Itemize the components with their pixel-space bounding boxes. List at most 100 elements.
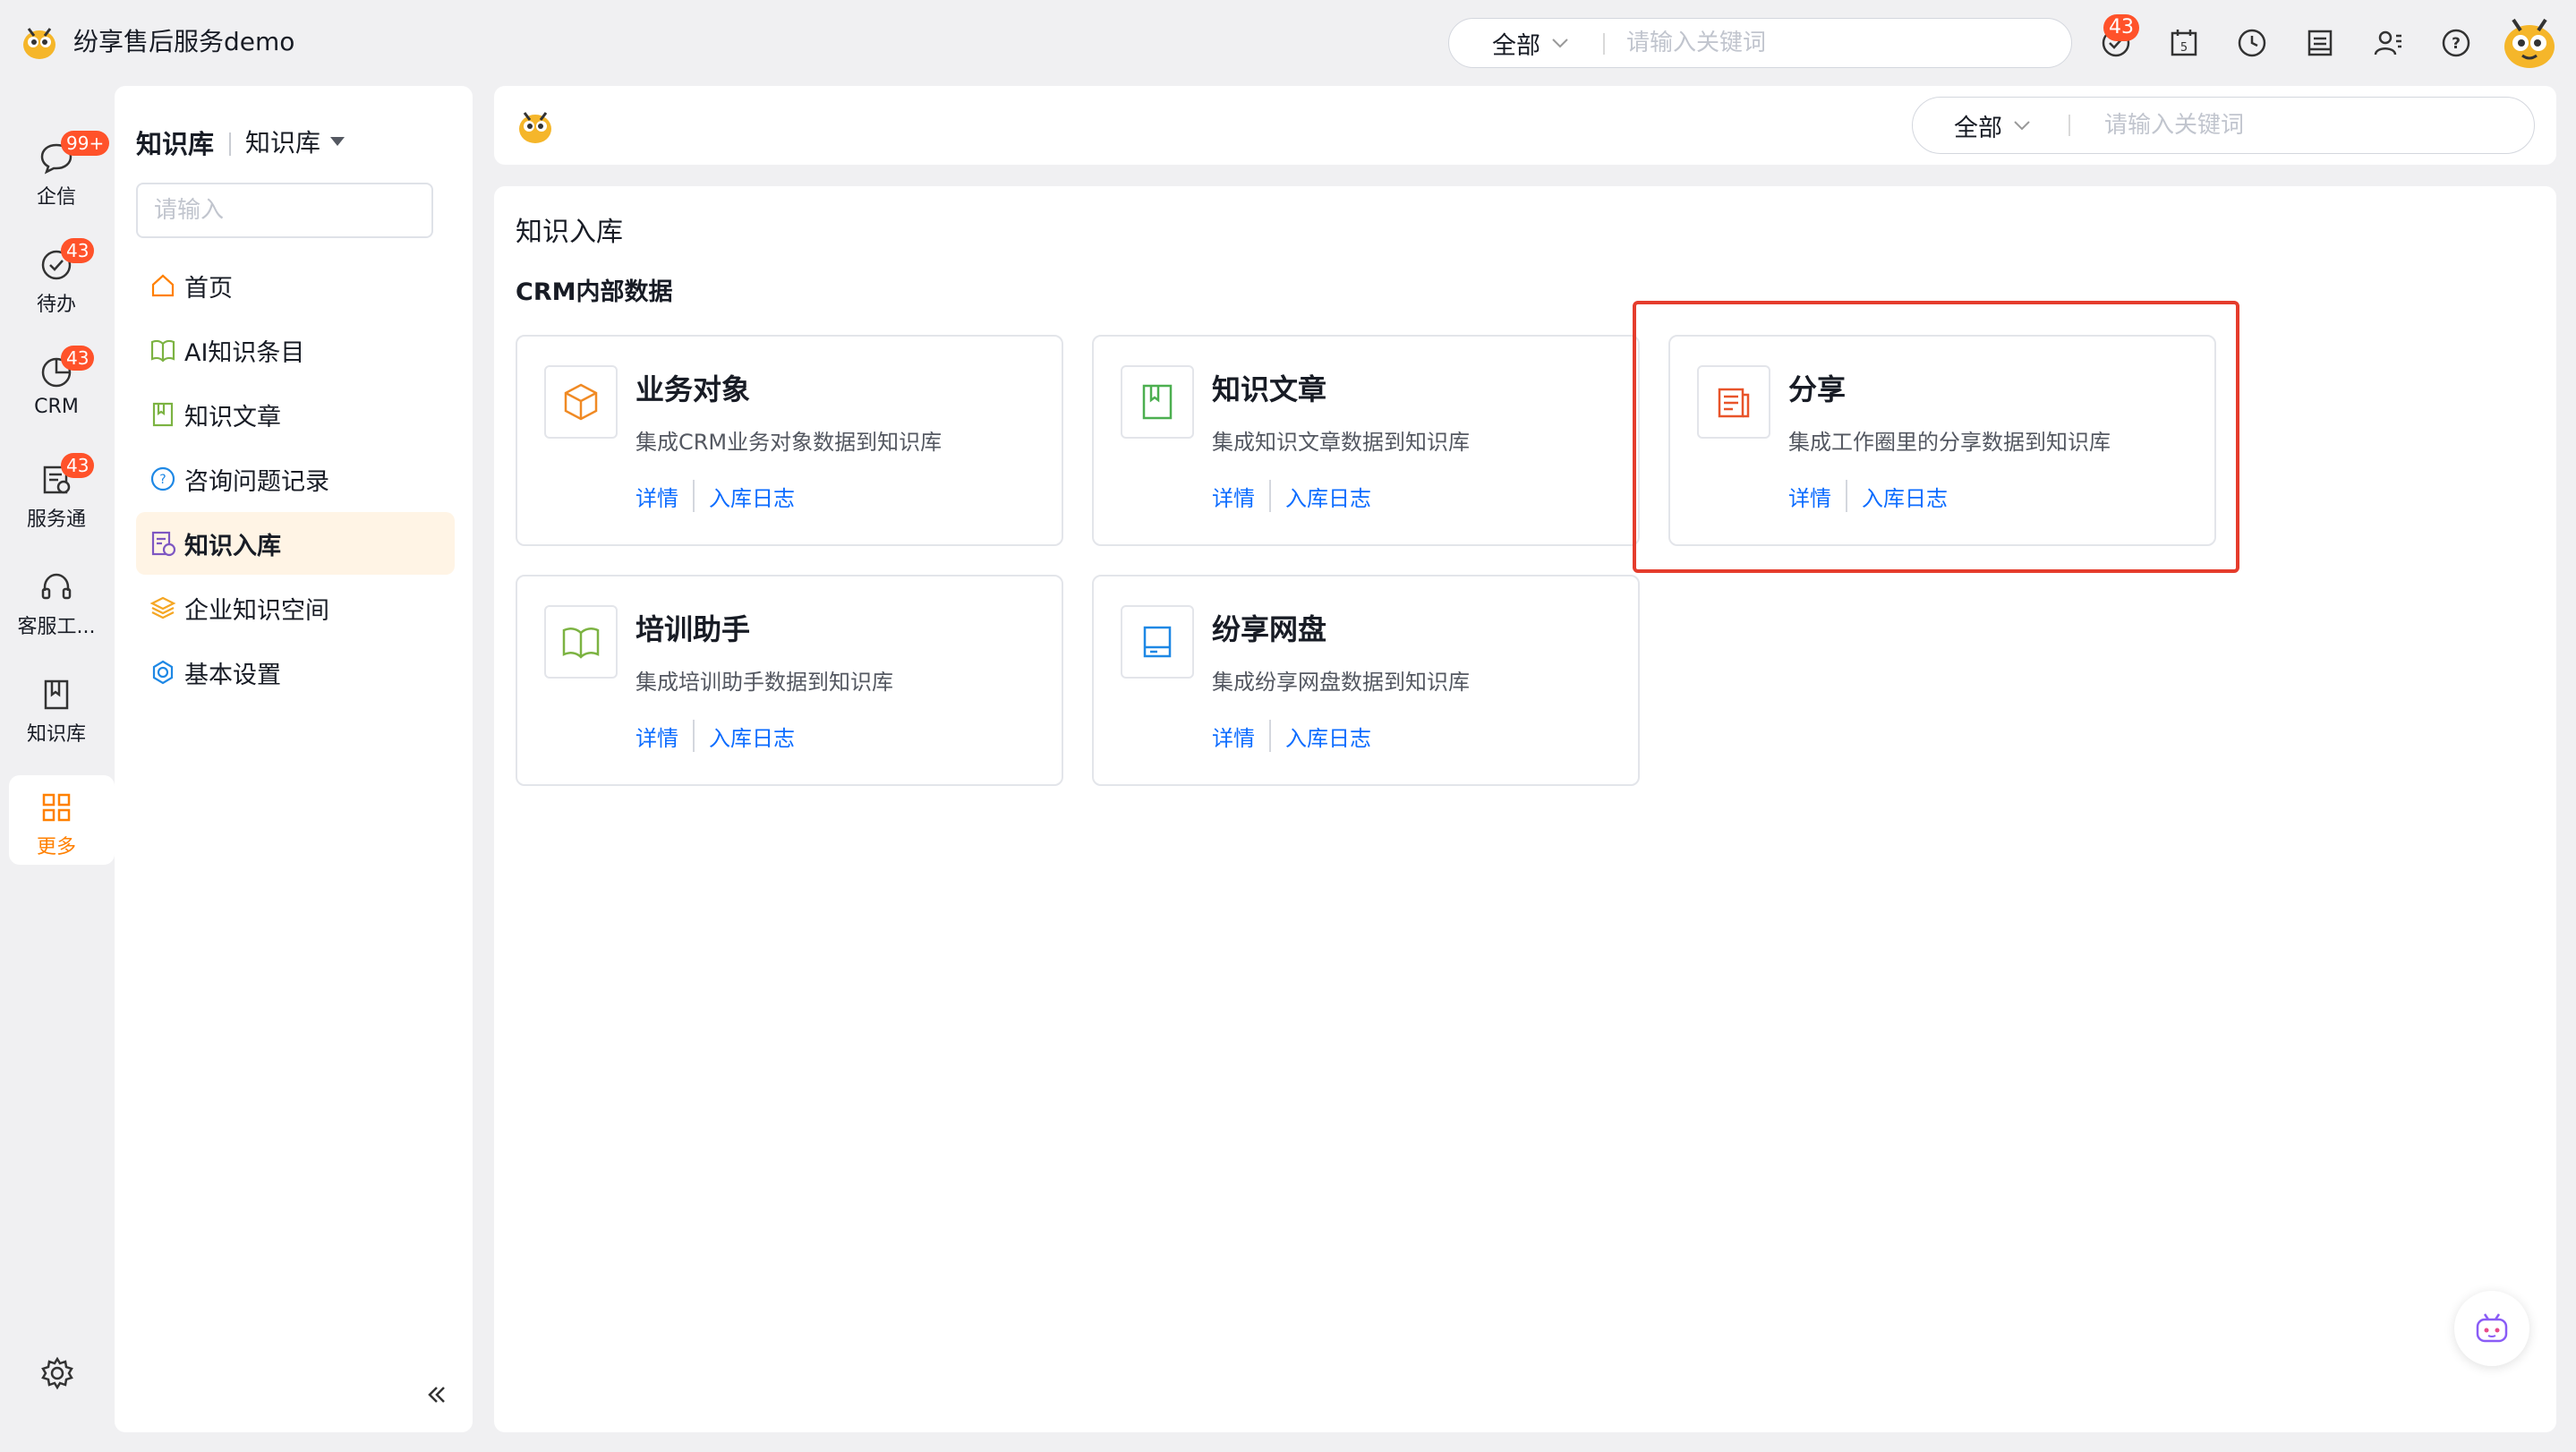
import-log-link[interactable]: 入库日志 <box>709 721 795 752</box>
sidebar-search-input[interactable]: 请输入 <box>136 183 433 238</box>
avatar[interactable] <box>2497 9 2562 73</box>
grid-icon <box>42 793 71 822</box>
app-title: 纷享售后服务demo <box>73 27 295 56</box>
sidebar-title: 知识库 <box>136 129 215 159</box>
divider <box>229 132 231 156</box>
help-icon[interactable]: ? <box>2440 27 2472 59</box>
sidebar-item-questions[interactable]: ? 咨询问题记录 <box>136 448 455 510</box>
sidebar-item-articles[interactable]: 知识文章 <box>136 383 455 446</box>
bee-logo-icon <box>514 104 557 147</box>
card-desc: 集成CRM业务对象数据到知识库 <box>635 430 943 455</box>
home-icon <box>151 274 175 297</box>
global-search[interactable]: 全部 请输入关键词 <box>1448 18 2072 68</box>
sidebar-item-home[interactable]: 首页 <box>136 254 455 317</box>
contacts-icon[interactable] <box>2372 27 2404 59</box>
rail-item-label: 待办 <box>36 294 76 316</box>
global-search-input[interactable]: 请输入关键词 <box>1626 19 1766 67</box>
knowledge-sidebar: 知识库 知识库 请输入 首页 AI知识条目 知识文章 ? 咨询问题记录 知识入库… <box>115 86 473 1432</box>
settings-icon <box>152 660 174 685</box>
card-title: 纷享网盘 <box>1212 612 1327 646</box>
rail-item-label: 更多 <box>36 836 76 858</box>
question-icon: ? <box>150 466 175 491</box>
rail-badge: 43 <box>61 453 95 478</box>
card-business-object: 业务对象 集成CRM业务对象数据到知识库 详情 入库日志 <box>516 335 1063 546</box>
sidebar-item-space[interactable]: 企业知识空间 <box>136 577 455 639</box>
divider <box>1603 33 1605 55</box>
header-search-scope-label: 全部 <box>1954 114 2002 142</box>
import-log-link[interactable]: 入库日志 <box>709 481 795 512</box>
rail-item-kefu[interactable]: 客服工... <box>7 569 106 639</box>
chevron-down-icon <box>2014 121 2030 131</box>
rail-item-label: 知识库 <box>26 723 86 746</box>
sidebar-item-label: 首页 <box>184 274 233 303</box>
details-link[interactable]: 详情 <box>635 721 678 752</box>
card-desc: 集成培训助手数据到知识库 <box>635 670 893 695</box>
card-desc: 集成知识文章数据到知识库 <box>1212 430 1470 455</box>
article-icon <box>152 402 174 427</box>
open-book-icon <box>150 339 175 363</box>
global-search-scope[interactable]: 全部 <box>1492 19 1569 67</box>
sidebar-item-label: 知识文章 <box>184 403 281 431</box>
import-log-link[interactable]: 入库日志 <box>1285 481 1371 512</box>
divider <box>1269 480 1271 512</box>
article-icon <box>1121 365 1194 439</box>
highlight-box <box>1633 301 2239 573</box>
main-content: 知识入库 CRM内部数据 业务对象 集成CRM业务对象数据到知识库 详情 入库日… <box>494 186 2556 1432</box>
sidebar-switcher[interactable]: 知识库 <box>245 124 345 159</box>
sidebar-item-ai-entries[interactable]: AI知识条目 <box>136 319 455 381</box>
header-search-scope[interactable]: 全部 <box>1954 98 2031 153</box>
headset-icon <box>41 573 72 600</box>
details-link[interactable]: 详情 <box>1212 481 1255 512</box>
caret-down-icon <box>330 137 345 146</box>
collapse-sidebar-icon[interactable] <box>424 1382 449 1407</box>
rail-badge: 43 <box>61 238 95 263</box>
layers-icon <box>149 596 176 619</box>
sidebar-item-label: 企业知识空间 <box>184 596 329 625</box>
details-link[interactable]: 详情 <box>635 481 678 512</box>
header-search-input[interactable]: 请输入关键词 <box>2104 98 2244 153</box>
sidebar-subtitle: 知识库 <box>245 128 321 158</box>
sidebar-item-label: 咨询问题记录 <box>184 467 329 496</box>
book-icon <box>44 679 69 710</box>
cube-icon <box>544 365 618 439</box>
card-training-assistant: 培训助手 集成培训助手数据到知识库 详情 入库日志 <box>516 575 1063 786</box>
page-title: 知识入库 <box>516 217 623 248</box>
app-logo-icon <box>18 20 61 63</box>
rail-item-label: CRM <box>34 396 79 418</box>
sidebar-item-settings[interactable]: 基本设置 <box>136 641 455 704</box>
import-icon <box>151 531 176 557</box>
sidebar-item-label: 知识入库 <box>184 532 281 560</box>
header-search[interactable]: 全部 请输入关键词 <box>1912 97 2535 154</box>
drive-icon <box>1121 605 1194 679</box>
open-book-icon <box>544 605 618 679</box>
clock-icon[interactable] <box>2236 27 2268 59</box>
sidebar-item-label: 基本设置 <box>184 661 281 689</box>
card-title: 业务对象 <box>635 372 751 406</box>
divider <box>693 480 695 512</box>
import-log-link[interactable]: 入库日志 <box>1285 721 1371 752</box>
card-knowledge-article: 知识文章 集成知识文章数据到知识库 详情 入库日志 <box>1092 335 1640 546</box>
chevron-down-icon <box>1552 38 1568 48</box>
rail-item-label: 企信 <box>36 186 76 209</box>
svg-text:?: ? <box>2452 35 2461 53</box>
details-link[interactable]: 详情 <box>1212 721 1255 752</box>
svg-text:5: 5 <box>2180 41 2188 55</box>
rail-item-zhishiku[interactable]: 知识库 <box>7 677 106 747</box>
section-title: CRM内部数据 <box>516 278 673 306</box>
svg-text:?: ? <box>159 473 166 487</box>
calendar-icon[interactable]: 5 <box>2168 27 2200 59</box>
sidebar-item-label: AI知识条目 <box>184 338 305 367</box>
divider <box>1269 720 1271 752</box>
divider <box>693 720 695 752</box>
card-netdisk: 纷享网盘 集成纷享网盘数据到知识库 详情 入库日志 <box>1092 575 1640 786</box>
sidebar-item-import[interactable]: 知识入库 <box>136 512 455 575</box>
rail-item-more[interactable]: 更多 <box>7 790 106 859</box>
ai-assistant-icon[interactable] <box>2454 1291 2529 1366</box>
divider <box>2068 115 2070 136</box>
todo-badge: 43 <box>2103 14 2139 41</box>
rail-item-label: 客服工... <box>17 616 96 638</box>
card-title: 培训助手 <box>635 612 751 646</box>
settings-gear-icon[interactable] <box>39 1355 75 1391</box>
card-title: 知识文章 <box>1212 372 1327 406</box>
report-icon[interactable] <box>2304 27 2336 59</box>
